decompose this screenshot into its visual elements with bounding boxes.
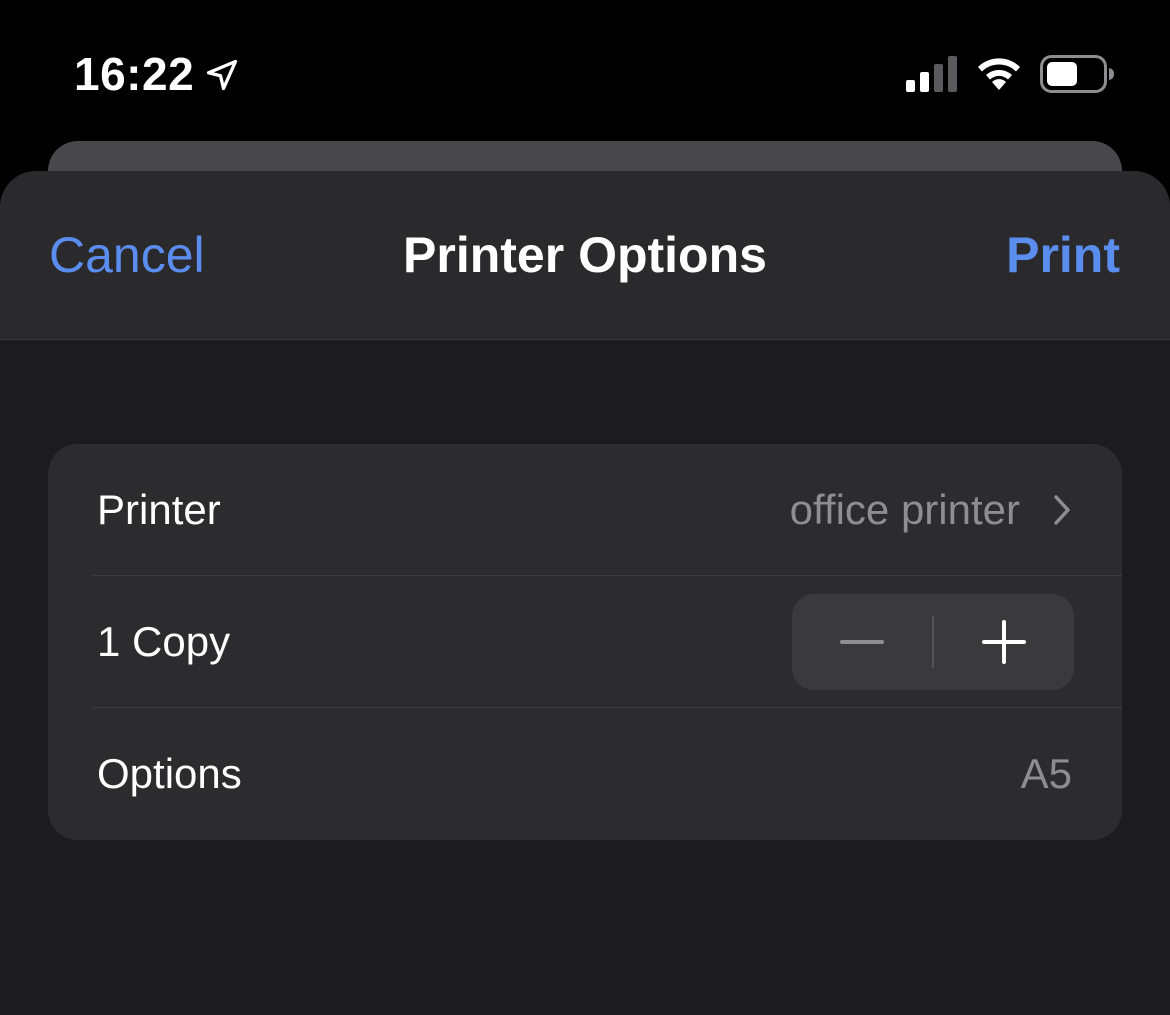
wifi-icon <box>978 58 1020 90</box>
battery-icon <box>1040 55 1114 93</box>
chevron-right-icon <box>1054 495 1070 525</box>
status-bar: 16:22 <box>0 0 1170 140</box>
increment-copies-button[interactable] <box>933 594 1074 690</box>
printer-options-sheet: Cancel Printer Options Print Printer off… <box>0 171 1170 1015</box>
printer-value: office printer <box>789 486 1020 533</box>
page-title: Printer Options <box>403 227 767 283</box>
print-button[interactable]: Print <box>1006 223 1120 287</box>
options-value: A5 <box>1020 750 1072 797</box>
minus-icon <box>840 640 884 644</box>
copies-label: 1 Copy <box>97 618 231 665</box>
copies-stepper <box>792 594 1074 690</box>
printer-label: Printer <box>97 486 221 533</box>
options-row[interactable]: Options A5 <box>48 708 1122 840</box>
decrement-copies-button[interactable] <box>792 594 932 690</box>
print-settings-group: Printer office printer 1 Copy Options A5 <box>48 444 1122 840</box>
cellular-signal-icon <box>906 56 957 92</box>
status-time: 16:22 <box>74 48 195 100</box>
printer-row[interactable]: Printer office printer <box>48 444 1122 576</box>
plus-icon <box>981 620 1026 664</box>
location-arrow-icon <box>206 59 238 91</box>
navigation-bar: Cancel Printer Options Print <box>0 171 1170 340</box>
options-label: Options <box>97 750 242 797</box>
copies-row: 1 Copy <box>48 576 1122 708</box>
print-options-screen: 16:22 Cancel Printer Options Print Print… <box>0 0 1170 1015</box>
